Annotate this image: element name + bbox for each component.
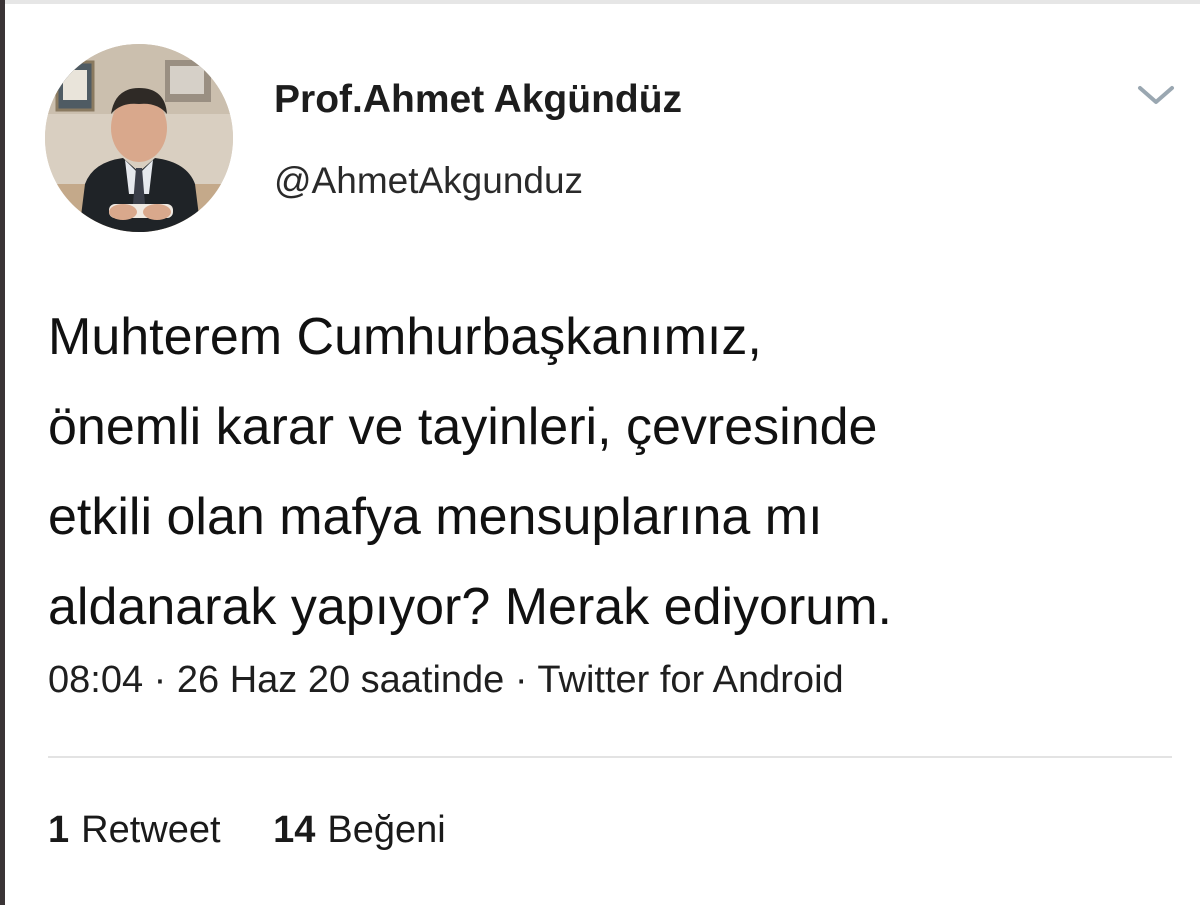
- avatar[interactable]: [45, 44, 233, 232]
- like-label: Beğeni: [327, 809, 446, 851]
- tweet-text-line: aldanarak yapıyor? Merak ediyorum.: [48, 578, 892, 636]
- like-count: 14: [273, 809, 316, 851]
- retweet-label: Retweet: [81, 809, 221, 851]
- tweet-card: Prof.Ahmet Akgündüz @AhmetAkgunduz Muhte…: [0, 0, 1200, 905]
- tweet-text-line: önemli karar ve tayinleri, çevresinde: [48, 398, 878, 456]
- tweet-text-line: Muhterem Cumhurbaşkanımız,: [48, 308, 762, 366]
- like-count-link[interactable]: 14 Beğeni: [273, 809, 446, 852]
- author-display-name[interactable]: Prof.Ahmet Akgündüz: [274, 78, 682, 122]
- tweet-text-line: etkili olan mafya mensuplarına mı: [48, 488, 823, 546]
- retweet-count-link[interactable]: 1 Retweet: [48, 809, 221, 852]
- tweet-text: Muhterem Cumhurbaşkanımız, önemli karar …: [48, 292, 1168, 652]
- avatar-image: [45, 44, 233, 232]
- chevron-down-icon[interactable]: [1134, 80, 1178, 110]
- divider: [48, 756, 1172, 758]
- author-handle[interactable]: @AhmetAkgunduz: [274, 160, 583, 202]
- tweet-timestamp-source[interactable]: 08:04 · 26 Haz 20 saatinde · Twitter for…: [48, 659, 844, 702]
- tweet-stats: 1 Retweet 14 Beğeni: [48, 809, 488, 852]
- retweet-count: 1: [48, 809, 70, 851]
